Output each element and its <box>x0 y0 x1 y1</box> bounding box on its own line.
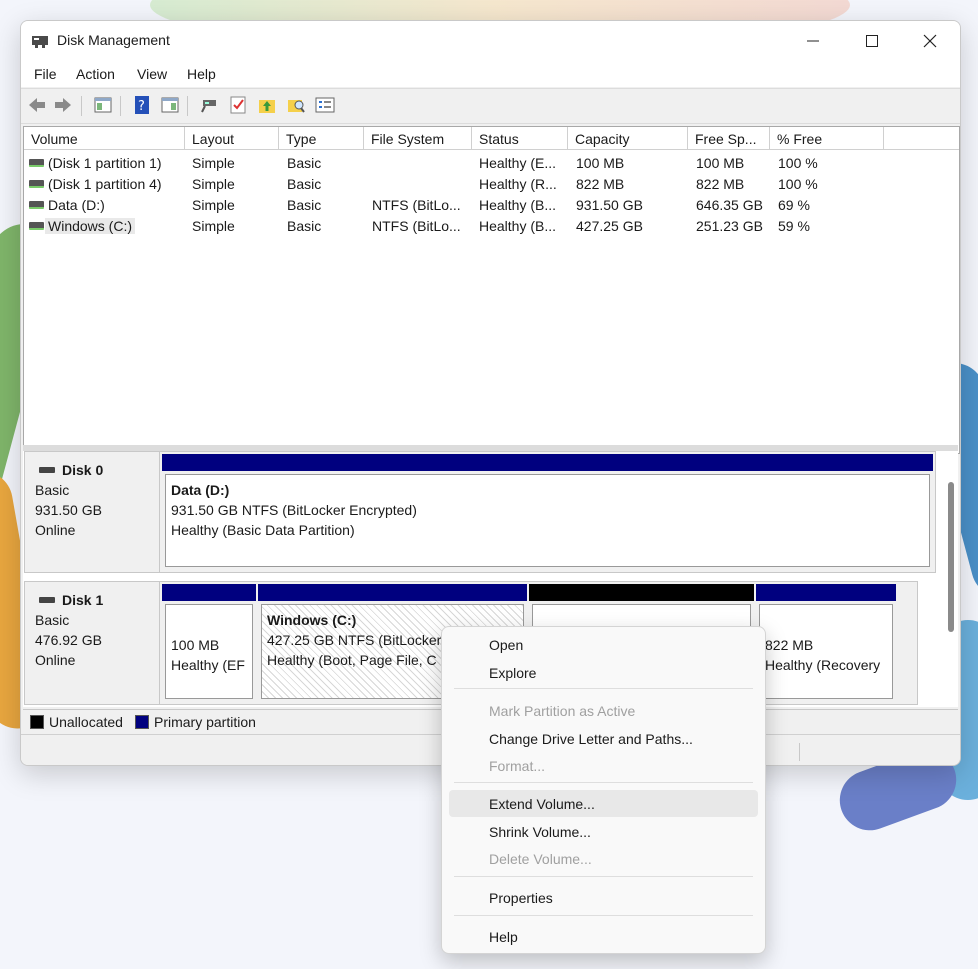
minimize-button[interactable] <box>784 21 842 61</box>
help-icon: ? <box>135 96 149 114</box>
menu-separator <box>454 915 753 916</box>
column-header-filler <box>884 127 959 150</box>
check-icon <box>230 96 246 114</box>
svg-text:?: ? <box>138 99 145 114</box>
column-header-free-space[interactable]: Free Sp... <box>688 127 770 150</box>
column-header-status[interactable]: Status <box>472 127 568 150</box>
drive-icon <box>29 201 44 209</box>
toolbar: ? <box>21 88 960 124</box>
primary-partition-swatch <box>135 715 149 729</box>
primary-partition-bar <box>162 584 256 601</box>
disk-management-app-icon <box>32 36 48 48</box>
table-row-selected[interactable]: Windows (C:) Simple Basic NTFS (BitLo...… <box>24 216 959 237</box>
table-row[interactable]: Data (D:) Simple Basic NTFS (BitLo... He… <box>24 195 959 216</box>
menu-bar: File Action View Help <box>21 61 960 87</box>
menu-file[interactable]: File <box>34 66 57 82</box>
drive-icon <box>29 180 44 188</box>
primary-partition-bar <box>756 584 896 601</box>
list-icon <box>315 97 335 113</box>
forward-arrow-icon <box>55 98 71 112</box>
column-header-volume[interactable]: Volume <box>24 127 185 150</box>
column-header-layout[interactable]: Layout <box>185 127 279 150</box>
partition-recovery[interactable]: 822 MB Healthy (Recovery <box>756 584 896 702</box>
show-hide-pane-button[interactable] <box>159 94 181 116</box>
context-menu: Open Explore Mark Partition as Active Ch… <box>441 626 766 954</box>
menu-item-delete-volume: Delete Volume... <box>489 851 592 867</box>
close-icon <box>923 34 937 48</box>
title-bar[interactable]: Disk Management <box>21 21 960 61</box>
menu-item-change-drive-letter[interactable]: Change Drive Letter and Paths... <box>449 725 758 752</box>
console-tree-button[interactable] <box>92 94 114 116</box>
menu-action[interactable]: Action <box>76 66 115 82</box>
menu-item-format: Format... <box>489 758 546 774</box>
disk-icon <box>39 597 55 603</box>
primary-partition-bar <box>162 454 933 471</box>
column-header-capacity[interactable]: Capacity <box>568 127 688 150</box>
folder-search-icon <box>288 100 305 113</box>
column-header-percent-free[interactable]: % Free <box>770 127 884 150</box>
window-title: Disk Management <box>57 32 170 48</box>
menu-separator <box>454 688 753 689</box>
volume-list: Volume Layout Type File System Status Ca… <box>23 126 960 454</box>
column-header-file-system[interactable]: File System <box>364 127 472 150</box>
menu-item-properties[interactable]: Properties <box>449 884 758 911</box>
close-button[interactable] <box>901 21 959 61</box>
primary-partition-bar <box>258 584 527 601</box>
show-pane-icon <box>161 97 179 113</box>
legend-primary-partition: Primary partition <box>154 714 256 730</box>
folder-search-button[interactable] <box>285 94 307 116</box>
drive-icon <box>29 222 44 230</box>
menu-help[interactable]: Help <box>187 66 216 82</box>
disk-0-label[interactable]: Disk 0 Basic 931.50 GB Online <box>24 451 160 573</box>
maximize-icon <box>866 35 878 47</box>
column-header-type[interactable]: Type <box>279 127 364 150</box>
menu-item-open[interactable]: Open <box>449 631 758 658</box>
partition-data-d[interactable]: Data (D:) 931.50 GB NTFS (BitLocker Encr… <box>162 454 933 570</box>
folder-up-button[interactable] <box>256 94 278 116</box>
menu-item-extend-volume[interactable]: Extend Volume... <box>449 790 758 817</box>
disk-view-scrollbar[interactable] <box>948 482 954 632</box>
menu-item-help[interactable]: Help <box>449 923 758 950</box>
legend-unallocated: Unallocated <box>49 714 123 730</box>
menu-view[interactable]: View <box>137 66 167 82</box>
unallocated-bar <box>529 584 754 601</box>
help-button[interactable]: ? <box>131 94 153 116</box>
menu-item-explore[interactable]: Explore <box>449 659 758 686</box>
maximize-button[interactable] <box>843 21 901 61</box>
menu-separator <box>454 782 753 783</box>
drive-icon <box>29 159 44 167</box>
back-arrow-icon <box>29 98 45 112</box>
menu-separator <box>454 876 753 877</box>
properties-list-button[interactable] <box>314 94 336 116</box>
disk-1-label[interactable]: Disk 1 Basic 476.92 GB Online <box>24 581 160 705</box>
disk-0-partition-strip: Data (D:) 931.50 GB NTFS (BitLocker Encr… <box>159 451 936 573</box>
minimize-icon <box>807 40 819 42</box>
back-button[interactable] <box>26 94 48 116</box>
forward-button[interactable] <box>52 94 74 116</box>
table-row[interactable]: (Disk 1 partition 4) Simple Basic Health… <box>24 174 959 195</box>
disk-icon <box>39 467 55 473</box>
console-tree-icon <box>94 97 112 113</box>
partition-efi[interactable]: 100 MB Healthy (EF <box>162 584 256 702</box>
folder-up-icon <box>259 100 275 113</box>
menu-item-mark-partition-active: Mark Partition as Active <box>489 703 636 719</box>
connect-button[interactable] <box>198 94 220 116</box>
table-row[interactable]: (Disk 1 partition 1) Simple Basic Health… <box>24 153 959 174</box>
menu-item-shrink-volume[interactable]: Shrink Volume... <box>449 818 758 845</box>
unallocated-swatch <box>30 715 44 729</box>
connect-icon <box>201 100 216 113</box>
rescan-button[interactable] <box>227 94 249 116</box>
